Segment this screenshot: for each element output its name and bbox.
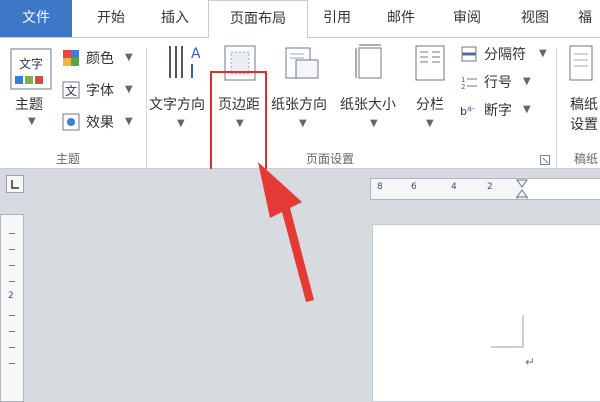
ribbon-tab-bar: 文件 开始 插入 页面布局 引用 邮件 审阅 视图 福 <box>0 0 600 39</box>
indent-markers <box>516 179 600 199</box>
line-numbers-icon: 1 2 <box>461 76 477 91</box>
ruler-tick <box>9 249 15 250</box>
vertical-ruler[interactable]: 2 <box>0 214 24 402</box>
ruler-tick <box>9 363 15 364</box>
hyphenation-label: 断字 <box>484 103 512 119</box>
paragraph-mark: ↵ <box>525 355 536 369</box>
theme-button[interactable]: 文字 <box>10 48 52 90</box>
breaks-caret-icon: ▼ <box>539 48 547 59</box>
svg-text:2: 2 <box>461 83 465 91</box>
tab-insert[interactable]: 插入 <box>144 0 206 37</box>
ribbon-separator <box>146 48 147 168</box>
theme-caret-icon: ▼ <box>28 116 36 127</box>
ruler-tick <box>9 347 15 348</box>
line-numbers-caret-icon: ▼ <box>523 76 531 87</box>
svg-text:a-: a- <box>467 104 475 113</box>
svg-text:文字: 文字 <box>19 56 43 71</box>
size-label: 纸张大小 <box>340 97 396 113</box>
columns-label: 分栏 <box>416 97 444 113</box>
fonts-caret-icon: ▼ <box>125 84 133 95</box>
theme-icon: 文字 <box>10 48 52 90</box>
tab-stop-icon <box>11 180 19 189</box>
colors-item[interactable]: 颜色 ▼ <box>62 48 142 68</box>
tab-more[interactable]: 福 <box>570 0 600 37</box>
columns-caret-icon: ▼ <box>426 118 434 129</box>
tab-review[interactable]: 审阅 <box>434 0 500 37</box>
effects-caret-icon: ▼ <box>125 116 133 127</box>
ribbon-separator <box>556 48 557 168</box>
colors-label: 颜色 <box>86 51 114 67</box>
columns-icon <box>415 45 445 81</box>
colors-icon <box>63 50 79 66</box>
hyphenation-icon: b a- <box>460 104 475 118</box>
draft-label-line2: 设置 <box>570 117 598 133</box>
fonts-label: 字体 <box>86 83 114 99</box>
orientation-label: 纸张方向 <box>271 97 327 113</box>
theme-button-label: 主题 <box>15 97 43 113</box>
text-direction-caret-icon: ▼ <box>177 118 185 129</box>
breaks-icon <box>461 46 477 62</box>
size-caret-icon: ▼ <box>370 118 378 129</box>
hyphenation-item[interactable]: b a- 断字 ▼ <box>460 100 560 120</box>
svg-text:A: A <box>191 46 200 62</box>
effects-icon <box>62 113 80 131</box>
tab-home[interactable]: 开始 <box>78 0 144 37</box>
line-numbers-label: 行号 <box>484 75 512 91</box>
draft-button[interactable] <box>566 44 600 84</box>
dialog-launcher-icon <box>540 155 550 165</box>
draft-group-label: 稿纸 <box>574 152 599 166</box>
orientation-caret-icon: ▼ <box>299 118 307 129</box>
colors-caret-icon: ▼ <box>125 52 133 63</box>
tab-references[interactable]: 引用 <box>306 0 368 37</box>
draft-icon <box>569 45 593 81</box>
margin-corner-marker <box>491 315 524 348</box>
ruler-tick <box>9 315 15 316</box>
tab-selector-button[interactable] <box>6 175 24 193</box>
text-direction-icon: A <box>169 46 200 78</box>
orientation-icon <box>285 47 319 79</box>
effects-label: 效果 <box>86 115 114 131</box>
draft-label-line1: 稿纸 <box>570 97 598 113</box>
text-direction-label: 文字方向 <box>149 97 205 113</box>
horizontal-ruler[interactable]: 8 6 4 2 2 4 <box>370 178 600 200</box>
ruler-tick <box>9 331 15 332</box>
ruler-tick <box>9 281 15 282</box>
document-page[interactable]: ↵ <box>372 224 600 402</box>
theme-group-label: 主题 <box>56 152 81 166</box>
ruler-tick <box>9 265 15 266</box>
size-icon <box>355 44 382 79</box>
page-setup-dialog-launcher[interactable] <box>540 150 550 165</box>
line-numbers-item[interactable]: 1 2 行号 ▼ <box>460 72 560 92</box>
ruler-number: 2 <box>8 291 14 301</box>
fonts-item[interactable]: 文 字体 ▼ <box>62 80 142 100</box>
fonts-icon: 文 <box>62 81 80 99</box>
tab-mailings[interactable]: 邮件 <box>368 0 434 37</box>
breaks-item[interactable]: 分隔符 ▼ <box>460 44 560 64</box>
tab-file[interactable]: 文件 <box>0 0 72 37</box>
ruler-tick <box>9 233 15 234</box>
tab-view[interactable]: 视图 <box>500 0 570 37</box>
pointer-arrow-icon <box>258 162 314 302</box>
svg-text:b: b <box>460 105 467 118</box>
effects-item[interactable]: 效果 ▼ <box>62 112 142 132</box>
tab-page-layout[interactable]: 页面布局 <box>208 0 308 39</box>
hyphenation-caret-icon: ▼ <box>523 104 531 115</box>
svg-text:文: 文 <box>65 83 77 98</box>
breaks-label: 分隔符 <box>484 47 526 63</box>
